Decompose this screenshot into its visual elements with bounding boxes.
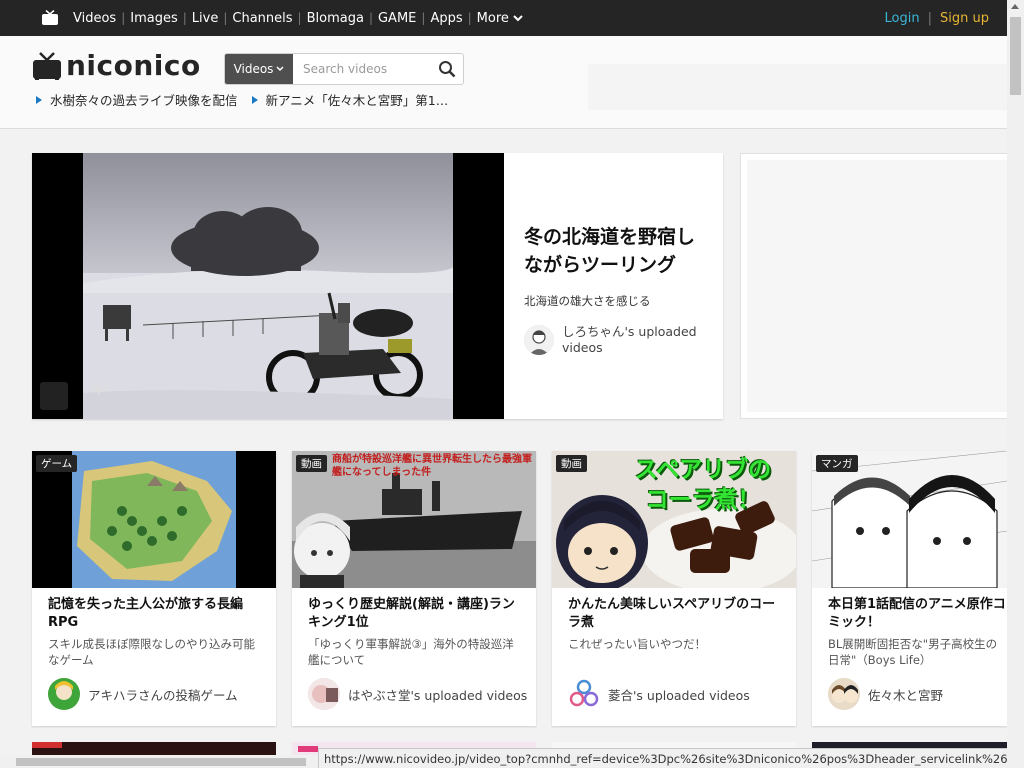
niconico-tv-icon bbox=[33, 52, 61, 80]
featured-uploader[interactable]: しろちゃん's uploaded videos bbox=[524, 324, 709, 356]
ticker-text: 水樹奈々の過去ライブ映像を配信 bbox=[50, 93, 238, 108]
scroll-up-icon[interactable] bbox=[1011, 4, 1019, 9]
peek-accent bbox=[298, 746, 318, 752]
ticker-text: 新アニメ「佐々木と宮野」第1… bbox=[265, 93, 449, 108]
uploader-name: はやぶさ堂's uploaded videos bbox=[348, 687, 528, 703]
search-input[interactable] bbox=[293, 54, 431, 84]
recommend-card[interactable]: スペアリブの コーラ煮！ 動画 かんたん美味しいスペアリブのコーラ煮 これぜった… bbox=[552, 451, 796, 726]
nav-videos[interactable]: Videos bbox=[68, 11, 121, 26]
card-title[interactable]: 本日第1話配信のアニメ原作コミック！ bbox=[828, 596, 1007, 632]
avatar bbox=[48, 678, 80, 710]
featured-title[interactable]: 冬の北海道を野宿しながらツーリング bbox=[524, 223, 709, 279]
nav-more[interactable]: More bbox=[472, 11, 528, 26]
recommend-card[interactable]: マンガ 本日第1話配信のアニメ原作コミック！ BL展開断固拒否な"男子高校生の日… bbox=[812, 451, 1007, 726]
card-description: スキル成長ほぼ際限なしのやり込み可能なゲーム bbox=[48, 637, 255, 667]
avatar bbox=[524, 325, 554, 355]
recommend-card[interactable]: 商船が特設巡洋艦に異世界転生したら最強軍艦になってしまった件 動画 ゆっくり歴史… bbox=[292, 451, 536, 726]
uploader-name: 佐々木と宮野 bbox=[868, 687, 944, 703]
header-ad-slot bbox=[588, 64, 1008, 110]
niconico-logo[interactable]: niconico bbox=[32, 52, 201, 80]
horizontal-scrollbar[interactable] bbox=[0, 755, 318, 768]
search-category-label: Videos bbox=[233, 62, 274, 76]
login-link[interactable]: Login bbox=[877, 11, 928, 26]
logo-wordmark: niconico bbox=[66, 49, 201, 82]
card-uploader[interactable]: はやぶさ堂's uploaded videos bbox=[308, 678, 536, 710]
card-thumbnail: ゲーム bbox=[32, 451, 276, 588]
card-uploader[interactable]: 佐々木と宮野 bbox=[828, 678, 1007, 710]
card-title[interactable]: かんたん美味しいスペアリブのコーラ煮 bbox=[568, 596, 782, 632]
card-description: これぜったい旨いやつだ！ bbox=[568, 637, 706, 651]
avatar-image bbox=[568, 678, 600, 710]
signup-link[interactable]: Sign up bbox=[932, 11, 989, 26]
card-uploader[interactable]: 菱合's uploaded videos bbox=[568, 678, 796, 710]
ticker-item[interactable]: 新アニメ「佐々木と宮野」第1… bbox=[251, 90, 449, 109]
nav-blomaga[interactable]: Blomaga bbox=[302, 11, 369, 26]
speaker-mute-glyph bbox=[92, 383, 108, 395]
thumbnail-caption: スペアリブの コーラ煮！ bbox=[610, 455, 796, 515]
avatar bbox=[828, 678, 860, 710]
avatar bbox=[568, 678, 600, 710]
triangle-right-icon bbox=[36, 95, 42, 104]
category-badge: マンガ bbox=[816, 455, 858, 472]
avatar-image bbox=[48, 678, 80, 710]
card-thumbnail: マンガ bbox=[812, 451, 1007, 588]
vertical-scrollbar[interactable] bbox=[1007, 0, 1024, 768]
search-icon bbox=[439, 61, 456, 78]
category-badge: ゲーム bbox=[36, 455, 78, 472]
avatar-image bbox=[524, 325, 554, 355]
search-category-dropdown[interactable]: Videos bbox=[225, 54, 293, 84]
side-ad-placeholder bbox=[747, 160, 1009, 412]
scrollbar-thumb[interactable] bbox=[16, 758, 306, 766]
browser-status-bar: https://www.nicovideo.jp/video_top?cmnhd… bbox=[318, 748, 1024, 768]
search-box: Videos bbox=[224, 53, 464, 85]
auth-links: Login | Sign up bbox=[877, 0, 989, 36]
featured-description: 北海道の雄大さを感じる bbox=[524, 294, 651, 308]
peek-accent bbox=[32, 742, 62, 748]
featured-video-frame bbox=[83, 153, 453, 419]
card-title[interactable]: 記憶を失った主人公が旅する長編RPG bbox=[48, 596, 262, 632]
featured-video-info: 冬の北海道を野宿しながらツーリング 北海道の雄大さを感じる しろちゃん's up… bbox=[524, 223, 709, 356]
recommend-card[interactable]: ゲーム 記憶を失った主人公が旅する長編RPG スキル成長ほぼ際限なしのやり込み可… bbox=[32, 451, 276, 726]
triangle-right-icon bbox=[251, 95, 258, 104]
nav-more-label: More bbox=[476, 10, 509, 26]
card-title[interactable]: ゆっくり歴史解説(解説・講座)ランキング1位 bbox=[308, 596, 522, 632]
niconico-tv-icon[interactable] bbox=[41, 10, 59, 26]
category-badge: 動画 bbox=[556, 455, 587, 472]
nav-channels[interactable]: Channels bbox=[227, 11, 297, 26]
thumbnail-caption-line1: スペアリブの bbox=[634, 457, 772, 483]
header-news-ticker: 水樹奈々の過去ライブ映像を配信 新アニメ「佐々木と宮野」第1… bbox=[36, 90, 448, 109]
featured-video: 冬の北海道を野宿しながらツーリング 北海道の雄大さを感じる しろちゃん's up… bbox=[32, 153, 723, 419]
avatar-image bbox=[828, 678, 860, 710]
site-header: niconico Videos 水樹奈々の過去ライブ映像を配信 新アニメ「佐々木… bbox=[0, 36, 1008, 129]
uploader-name: 菱合's uploaded videos bbox=[608, 687, 750, 703]
category-badge: 動画 bbox=[296, 455, 327, 472]
nav-live[interactable]: Live bbox=[187, 11, 224, 26]
nav-apps[interactable]: Apps bbox=[425, 11, 467, 26]
chevron-down-icon bbox=[276, 66, 284, 72]
side-ad-slot bbox=[740, 153, 1010, 419]
avatar bbox=[308, 678, 340, 710]
search-button[interactable] bbox=[431, 54, 463, 84]
nav-images[interactable]: Images bbox=[125, 11, 183, 26]
scrollbar-thumb[interactable] bbox=[1010, 17, 1021, 95]
ticker-item[interactable]: 水樹奈々の過去ライブ映像を配信 bbox=[36, 90, 238, 109]
service-links: Videos | Images | Live | Channels | Blom… bbox=[68, 0, 528, 36]
nav-game[interactable]: GAME bbox=[373, 11, 421, 26]
uploader-name: アキハラさんの投稿ゲーム bbox=[88, 687, 238, 703]
card-thumbnail: スペアリブの コーラ煮！ 動画 bbox=[552, 451, 796, 588]
uploader-name: しろちゃん's uploaded videos bbox=[562, 324, 697, 355]
thumbnail-caption-line2: コーラ煮！ bbox=[645, 487, 761, 513]
card-uploader[interactable]: アキハラさんの投稿ゲーム bbox=[48, 678, 276, 710]
muted-speaker-icon[interactable] bbox=[40, 382, 108, 410]
global-nav-bar: Videos | Images | Live | Channels | Blom… bbox=[0, 0, 1007, 36]
featured-video-player[interactable] bbox=[32, 153, 504, 419]
avatar-image bbox=[308, 678, 340, 710]
chevron-down-icon bbox=[513, 14, 523, 21]
thumbnail-caption: 商船が特設巡洋艦に異世界転生したら最強軍艦になってしまった件 bbox=[332, 454, 532, 478]
card-description: BL展開断固拒否な"男子高校生の日常"（Boys Life） bbox=[828, 637, 998, 667]
card-description: 「ゆっくり軍事解説③」海外の特設巡洋艦について bbox=[308, 637, 514, 667]
card-thumbnail: 商船が特設巡洋艦に異世界転生したら最強軍艦になってしまった件 動画 bbox=[292, 451, 536, 588]
